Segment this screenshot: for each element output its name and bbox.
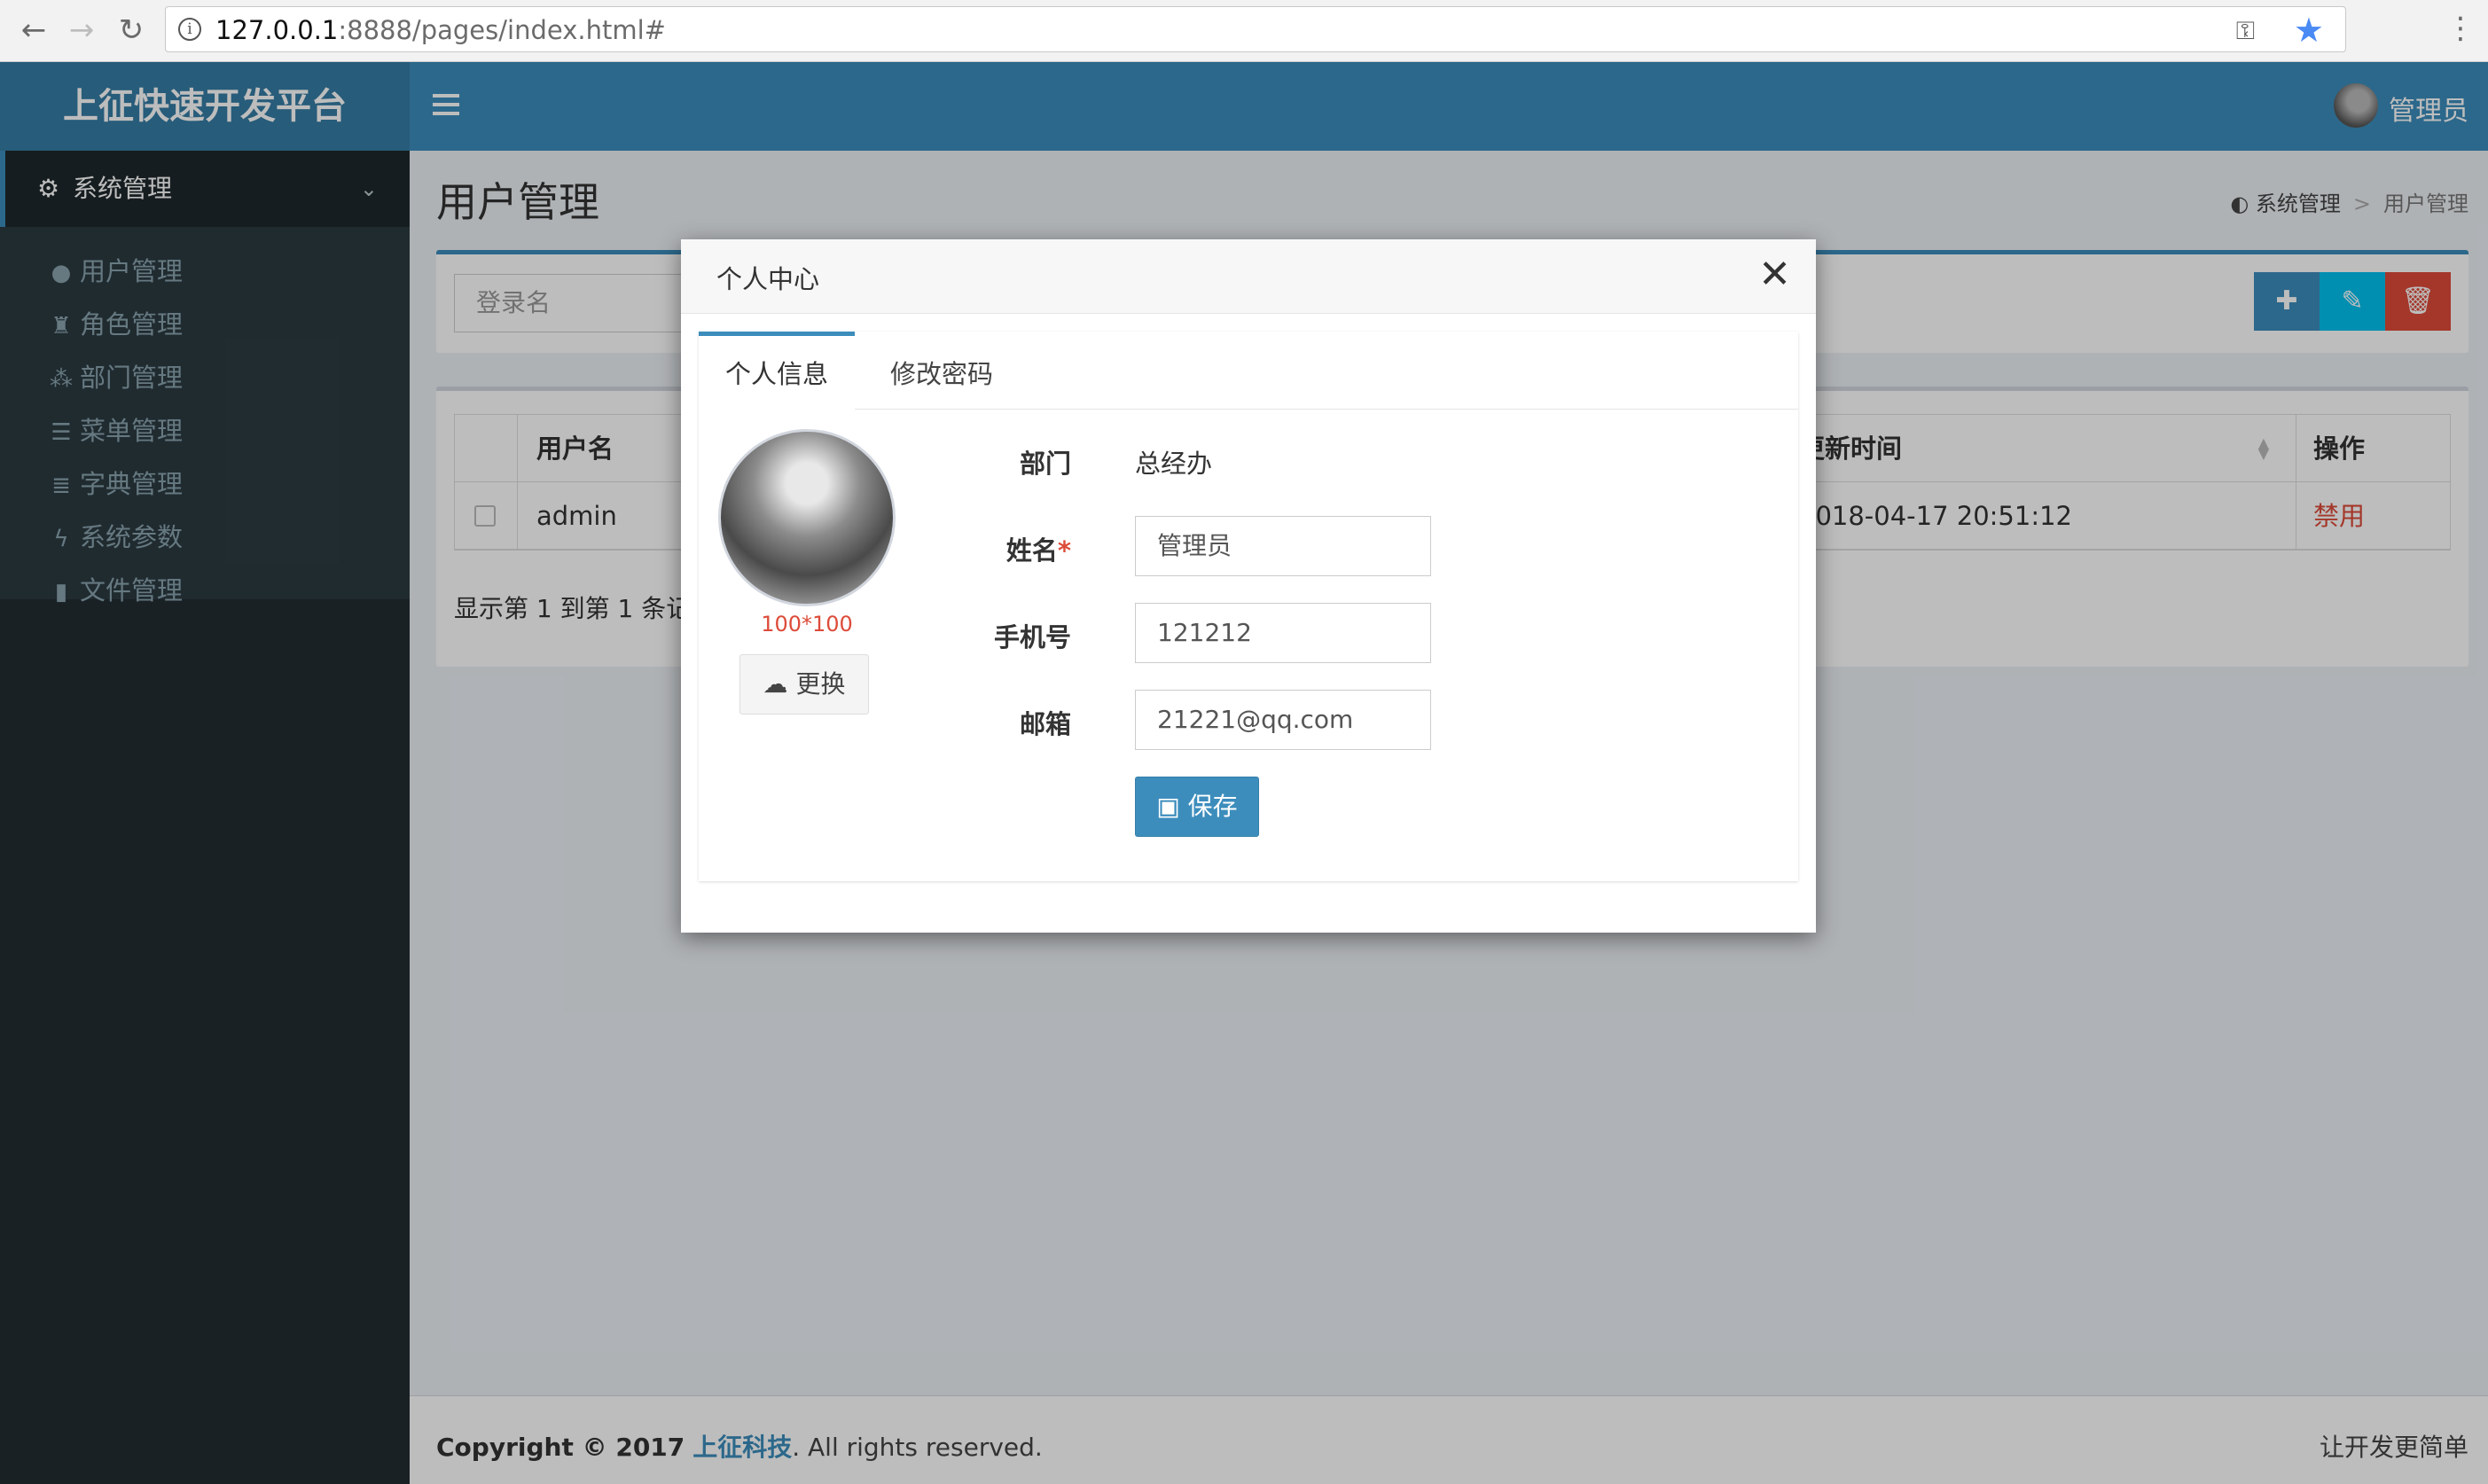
site-info-icon[interactable]: i xyxy=(178,18,201,41)
profile-modal: 个人中心 ✕ 个人信息 修改密码 100*100 ☁ 更换 部门 总经办 姓名*… xyxy=(681,239,1816,933)
tab-profile-info[interactable]: 个人信息 xyxy=(699,332,856,410)
name-label: 姓名* xyxy=(1005,535,1071,566)
cloud-upload-icon: ☁ xyxy=(763,669,796,699)
reload-icon[interactable]: ↻ xyxy=(113,12,149,48)
email-input[interactable]: 21221@qq.com xyxy=(1135,690,1431,750)
bookmark-star-icon[interactable]: ★ xyxy=(2294,11,2324,50)
phone-label: 手机号 xyxy=(993,622,1071,652)
modal-header: 个人中心 ✕ xyxy=(681,239,1816,314)
department-label: 部门 xyxy=(1019,449,1071,479)
browser-menu-icon[interactable]: ⋮ xyxy=(2445,11,2476,46)
close-icon[interactable]: ✕ xyxy=(1758,254,1791,296)
phone-input[interactable]: 121212 xyxy=(1135,603,1431,663)
avatar-size-hint: 100*100 xyxy=(761,612,853,637)
profile-panel: 个人信息 修改密码 100*100 ☁ 更换 部门 总经办 姓名* 管理员 手机… xyxy=(699,332,1798,881)
tab-change-password[interactable]: 修改密码 xyxy=(864,332,1020,410)
save-button[interactable]: ▣ 保存 xyxy=(1135,777,1259,837)
change-avatar-button[interactable]: ☁ 更换 xyxy=(739,654,869,715)
email-label: 邮箱 xyxy=(1019,709,1071,739)
url-text: 127.0.0.1:8888/pages/index.html# xyxy=(215,15,666,45)
modal-title: 个人中心 xyxy=(716,264,820,294)
browser-toolbar: ← → ↻ i 127.0.0.1:8888/pages/index.html#… xyxy=(0,0,2488,62)
profile-avatar xyxy=(718,429,896,606)
department-value: 总经办 xyxy=(1135,449,1213,479)
back-icon[interactable]: ← xyxy=(16,12,51,48)
key-icon[interactable]: ⚿ xyxy=(2236,16,2255,46)
forward-icon[interactable]: → xyxy=(64,12,99,48)
tab-bar: 个人信息 修改密码 xyxy=(699,332,1798,410)
address-bar[interactable]: i 127.0.0.1:8888/pages/index.html# ⚿ ★ xyxy=(165,6,2346,52)
name-input[interactable]: 管理员 xyxy=(1135,516,1431,576)
floppy-disk-icon: ▣ xyxy=(1156,792,1188,821)
